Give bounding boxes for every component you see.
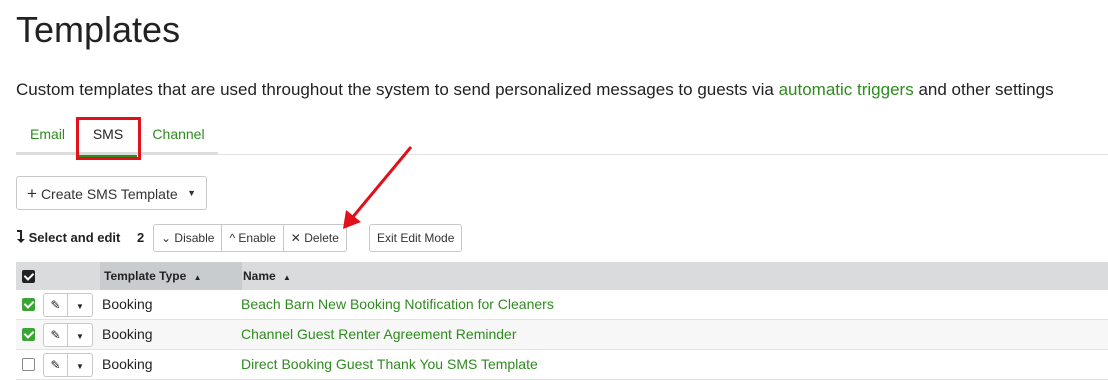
column-header-template-type[interactable]: Template Type ▲	[104, 269, 202, 283]
pencil-icon: ✎	[50, 298, 61, 312]
disable-button[interactable]: ⌄ Disable	[154, 225, 223, 251]
description-text: Custom templates that are used throughou…	[16, 80, 779, 99]
disable-label: Disable	[174, 231, 215, 245]
table-row: ✎ ▼ Booking Channel Guest Renter Agreeme…	[16, 320, 1108, 350]
exit-edit-mode-button[interactable]: Exit Edit Mode	[369, 224, 463, 252]
templates-table: Template Type ▲ Name ▲ ✎ ▼ Booking Beach…	[16, 262, 1108, 380]
row-menu-button[interactable]: ▼	[68, 324, 92, 346]
tabs-strip: Email SMS Channel	[16, 118, 218, 158]
delete-button[interactable]: ✕ Delete	[284, 225, 346, 251]
sort-up-icon: ▲	[193, 273, 202, 282]
row-actions: ✎ ▼	[43, 293, 93, 317]
bulk-action-group: ⌄ Disable ^ Enable ✕ Delete	[153, 224, 347, 252]
sort-up-icon: ▲	[283, 273, 291, 282]
row-template-type: Booking	[102, 326, 153, 342]
annotation-arrow-line	[350, 146, 413, 219]
row-menu-button[interactable]: ▼	[68, 294, 92, 316]
edit-button[interactable]: ✎	[44, 324, 68, 346]
caret-down-icon: ▼	[76, 332, 84, 341]
column-header-name[interactable]: Name ▲	[243, 269, 291, 283]
table-header: Template Type ▲ Name ▲	[16, 262, 1108, 290]
row-actions: ✎ ▼	[43, 353, 93, 377]
select-and-edit-label: Select and edit	[16, 229, 120, 247]
enable-label: Enable	[238, 231, 276, 245]
close-icon: ✕	[290, 231, 301, 245]
checkbox-mark	[22, 298, 35, 311]
chevron-up-icon: ^	[229, 231, 236, 245]
checkbox-mark	[22, 358, 35, 371]
row-template-type: Booking	[102, 296, 153, 312]
template-tabs: Email SMS Channel	[16, 118, 1108, 158]
caret-down-icon: ▼	[187, 188, 196, 198]
row-menu-button[interactable]: ▼	[68, 354, 92, 376]
tab-channel[interactable]: Channel	[139, 118, 218, 155]
tab-sms[interactable]: SMS	[79, 118, 137, 158]
table-row: ✎ ▼ Booking Beach Barn New Booking Notif…	[16, 290, 1108, 320]
edit-button[interactable]: ✎	[44, 294, 68, 316]
page-title: Templates	[16, 9, 181, 50]
description-text-suffix: and other settings	[913, 80, 1054, 99]
page-description: Custom templates that are used throughou…	[16, 79, 1054, 101]
tab-email[interactable]: Email	[16, 118, 79, 155]
row-template-name-link[interactable]: Direct Booking Guest Thank You SMS Templ…	[241, 356, 538, 372]
pencil-icon: ✎	[50, 328, 61, 342]
row-template-name-link[interactable]: Beach Barn New Booking Notification for …	[241, 296, 554, 312]
plus-icon: +	[27, 184, 37, 203]
caret-down-icon: ▼	[76, 302, 84, 311]
select-arrow-icon	[17, 230, 25, 243]
selected-count: 2	[137, 230, 145, 245]
pencil-icon: ✎	[50, 358, 61, 372]
row-actions: ✎ ▼	[43, 323, 93, 347]
create-button-label: Create SMS Template	[40, 186, 178, 202]
edit-button[interactable]: ✎	[44, 354, 68, 376]
caret-down-icon: ▼	[76, 362, 84, 371]
name-header-label: Name	[243, 269, 276, 283]
chevron-down-icon: ⌄	[161, 231, 172, 245]
create-sms-template-button[interactable]: + Create SMS Template ▼	[16, 176, 207, 210]
row-checkbox[interactable]	[22, 298, 35, 314]
row-template-type: Booking	[102, 356, 153, 372]
row-checkbox[interactable]	[22, 358, 35, 374]
checkbox-mark	[22, 270, 35, 283]
select-edit-text: Select and edit	[28, 230, 121, 245]
row-template-name-link[interactable]: Channel Guest Renter Agreement Reminder	[241, 326, 516, 342]
row-checkbox[interactable]	[22, 328, 35, 344]
select-all-checkbox[interactable]	[22, 270, 35, 286]
automatic-triggers-link[interactable]: automatic triggers	[779, 80, 914, 99]
table-row: ✎ ▼ Booking Direct Booking Guest Thank Y…	[16, 350, 1108, 380]
template-type-header-label: Template Type	[104, 269, 187, 283]
checkbox-mark	[22, 328, 35, 341]
delete-label: Delete	[304, 231, 339, 245]
enable-button[interactable]: ^ Enable	[222, 225, 284, 251]
